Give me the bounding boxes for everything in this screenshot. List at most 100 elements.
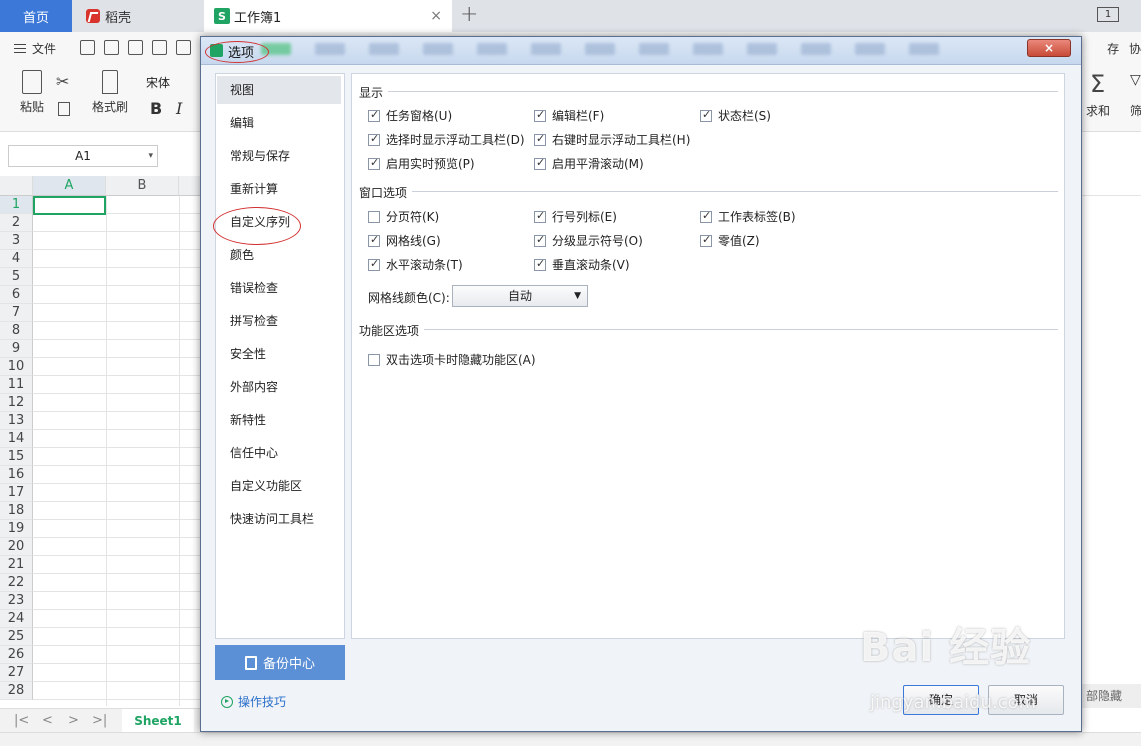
row-header[interactable]: 5 (0, 268, 33, 286)
column-header[interactable]: B (106, 176, 179, 196)
checked-box-icon[interactable] (534, 257, 546, 271)
row-header[interactable]: 7 (0, 304, 33, 322)
tips-link[interactable]: 操作技巧 (221, 693, 286, 710)
next-sheet-icon[interactable]: > (68, 713, 79, 728)
row-header[interactable]: 26 (0, 646, 33, 664)
font-name-select[interactable]: 宋体 (142, 74, 202, 92)
row-header[interactable]: 20 (0, 538, 33, 556)
row-header[interactable]: 17 (0, 484, 33, 502)
hide-all-chip[interactable]: 部隐藏 (1080, 684, 1141, 708)
sum-icon[interactable]: Σ (1090, 70, 1105, 98)
tab-home[interactable]: 首页 (0, 0, 72, 32)
row-header[interactable]: 22 (0, 574, 33, 592)
row-header[interactable]: 4 (0, 250, 33, 268)
checked-box-icon[interactable] (534, 108, 546, 122)
new-tab-button[interactable]: + (460, 2, 478, 27)
checked-box-icon[interactable] (368, 132, 380, 146)
row-header[interactable]: 10 (0, 358, 33, 376)
option-checkbox[interactable]: 垂直滚动条(V) (534, 256, 630, 273)
row-header[interactable]: 8 (0, 322, 33, 340)
checked-box-icon[interactable] (368, 257, 380, 271)
cut-icon[interactable]: ✂ (56, 72, 69, 91)
row-header[interactable]: 11 (0, 376, 33, 394)
option-checkbox[interactable]: 分级显示符号(O) (534, 232, 643, 249)
bold-button[interactable]: B (150, 99, 162, 118)
option-checkbox[interactable]: 分页符(K) (368, 208, 439, 225)
row-header[interactable]: 13 (0, 412, 33, 430)
row-header[interactable]: 16 (0, 466, 33, 484)
ribbon-right-text[interactable]: 存 (1107, 42, 1119, 56)
filter-label[interactable]: 筛 (1130, 102, 1141, 119)
option-checkbox[interactable]: 工作表标签(B) (700, 208, 796, 225)
dialog-title-bar[interactable]: 选项 × (201, 37, 1081, 65)
gridline-color-select[interactable]: 自动 ▼ (452, 285, 588, 307)
print-icon[interactable] (128, 40, 143, 55)
close-tab-icon[interactable]: × (430, 8, 442, 24)
collab-button[interactable]: 协 (1129, 42, 1141, 56)
checked-box-icon[interactable] (534, 209, 546, 223)
option-checkbox[interactable]: 零值(Z) (700, 232, 760, 249)
first-sheet-icon[interactable]: |< (14, 713, 29, 728)
sidebar-item[interactable]: 外部内容 (217, 373, 341, 401)
option-checkbox[interactable]: 右键时显示浮动工具栏(H) (534, 131, 690, 148)
sidebar-item[interactable]: 错误检查 (217, 274, 341, 302)
unchecked-box-icon[interactable] (368, 210, 380, 223)
format-painter-button[interactable]: 格式刷 (92, 70, 128, 115)
print-preview-icon[interactable] (152, 40, 167, 55)
checked-box-icon[interactable] (368, 156, 380, 170)
option-checkbox[interactable]: 双击选项卡时隐藏功能区(A) (368, 351, 536, 368)
option-checkbox[interactable]: 网格线(G) (368, 232, 441, 249)
option-checkbox[interactable]: 水平滚动条(T) (368, 256, 463, 273)
sidebar-item[interactable]: 常规与保存 (217, 142, 341, 170)
sidebar-item[interactable]: 快速访问工具栏 (217, 505, 341, 533)
row-header[interactable]: 27 (0, 664, 33, 682)
checked-box-icon[interactable] (534, 233, 546, 247)
unchecked-box-icon[interactable] (368, 353, 380, 366)
sidebar-item[interactable]: 颜色 (217, 241, 341, 269)
row-header[interactable]: 28 (0, 682, 33, 700)
sidebar-item[interactable]: 编辑 (217, 109, 341, 137)
row-header[interactable]: 24 (0, 610, 33, 628)
tab-daoke[interactable]: 稻壳 (72, 0, 202, 32)
row-header[interactable]: 21 (0, 556, 33, 574)
option-checkbox[interactable]: 任务窗格(U) (368, 107, 452, 124)
row-header[interactable]: 15 (0, 448, 33, 466)
checked-box-icon[interactable] (534, 132, 546, 146)
paste-button[interactable]: 粘贴 (12, 70, 52, 115)
italic-button[interactable]: I (176, 99, 182, 118)
row-header[interactable]: 23 (0, 592, 33, 610)
export-icon[interactable] (104, 40, 119, 55)
prev-sheet-icon[interactable]: < (42, 713, 53, 728)
option-checkbox[interactable]: 选择时显示浮动工具栏(D) (368, 131, 525, 148)
row-header[interactable]: 6 (0, 286, 33, 304)
filter-icon[interactable]: ▽ (1130, 72, 1141, 88)
file-menu[interactable]: 文件 (14, 40, 56, 57)
checked-box-icon[interactable] (700, 108, 712, 122)
row-header[interactable]: 1 (0, 196, 33, 214)
option-checkbox[interactable]: 状态栏(S) (700, 107, 771, 124)
sidebar-item[interactable]: 自定义功能区 (217, 472, 341, 500)
sidebar-item[interactable]: 视图 (217, 76, 341, 104)
sidebar-item[interactable]: 拼写检查 (217, 307, 341, 335)
sidebar-item[interactable]: 信任中心 (217, 439, 341, 467)
row-header[interactable]: 18 (0, 502, 33, 520)
option-checkbox[interactable]: 行号列标(E) (534, 208, 617, 225)
checked-box-icon[interactable] (700, 209, 712, 223)
column-header[interactable]: A (33, 176, 106, 196)
option-checkbox[interactable]: 启用平滑滚动(M) (534, 155, 644, 172)
last-sheet-icon[interactable]: >| (92, 713, 107, 728)
row-header[interactable]: 14 (0, 430, 33, 448)
copy-icon[interactable] (58, 102, 70, 116)
sidebar-item[interactable]: 安全性 (217, 340, 341, 368)
sheet-grid[interactable]: A B 1 2 3 4 5 6 7 8 9 10 11 12 13 14 15 16 17 18 19 20 21 22 2… (0, 176, 213, 706)
row-header[interactable]: 3 (0, 232, 33, 250)
row-header[interactable]: 9 (0, 340, 33, 358)
row-header[interactable]: 12 (0, 394, 33, 412)
option-checkbox[interactable]: 编辑栏(F) (534, 107, 604, 124)
row-header[interactable]: 25 (0, 628, 33, 646)
checked-box-icon[interactable] (368, 233, 380, 247)
checked-box-icon[interactable] (368, 108, 380, 122)
backup-center-button[interactable]: 备份中心 (215, 645, 345, 680)
row-header[interactable]: 19 (0, 520, 33, 538)
sum-label[interactable]: 求和 (1086, 102, 1110, 119)
